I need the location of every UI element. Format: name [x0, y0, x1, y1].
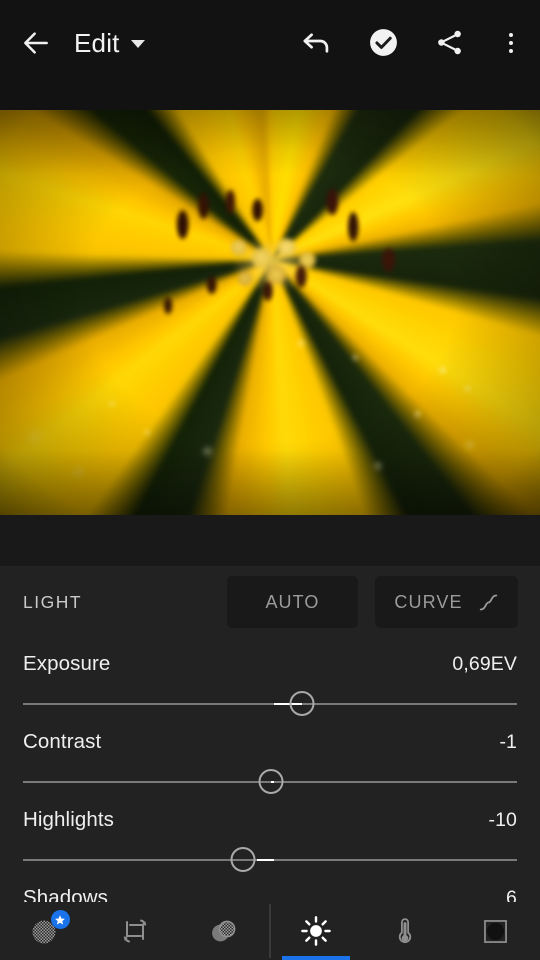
- photo-preview[interactable]: [0, 110, 540, 515]
- back-button[interactable]: [0, 0, 72, 85]
- slider-thumb[interactable]: [289, 691, 315, 716]
- auto-button-label: AUTO: [265, 591, 320, 612]
- confirm-button[interactable]: [350, 0, 416, 85]
- slider-label: Shadows: [23, 886, 109, 902]
- slider-thumb[interactable]: [230, 847, 256, 872]
- slider-row-shadows: Shadows 6: [0, 872, 540, 902]
- effects-tab[interactable]: [450, 902, 540, 960]
- crop-rotate-icon: [117, 913, 153, 949]
- slider-track-contrast[interactable]: [23, 767, 517, 797]
- sun-brightness-icon: [299, 914, 333, 948]
- active-tab-indicator: [281, 956, 350, 960]
- slider-value: 0,69EV: [452, 653, 517, 675]
- selective-tab[interactable]: [180, 902, 270, 960]
- photo-editor-screen: Edit LIGHT AUTO CURVE Exposure 0,69EV Co…: [0, 0, 540, 960]
- overflow-menu-button[interactable]: [482, 0, 540, 85]
- more-vertical-icon: [498, 30, 524, 56]
- star-badge-icon: [50, 910, 70, 929]
- color-tab[interactable]: [361, 902, 451, 960]
- curve-button[interactable]: CURVE: [375, 576, 518, 628]
- panel-gap-band: [0, 515, 540, 566]
- chevron-down-icon: [130, 40, 145, 48]
- slider-labels: Shadows 6: [23, 872, 517, 902]
- light-section-header: LIGHT AUTO CURVE: [0, 566, 540, 638]
- slider-labels: Exposure 0,69EV: [23, 638, 517, 676]
- slider-row-exposure: Exposure 0,69EV: [0, 638, 540, 716]
- slider-label: Highlights: [23, 808, 115, 831]
- section-title: LIGHT: [23, 591, 83, 612]
- curve-button-label: CURVE: [394, 591, 463, 612]
- slider-track-base: [23, 703, 517, 705]
- slider-value: 6: [506, 887, 517, 902]
- slider-labels: Contrast -1: [23, 716, 517, 754]
- overlapping-circles-icon: [206, 913, 242, 949]
- slider-value: -1: [499, 731, 517, 753]
- bottom-tool-tabbar: [0, 902, 540, 960]
- light-tab[interactable]: [271, 902, 361, 960]
- slider-label: Contrast: [23, 730, 102, 753]
- vignette-frame-icon: [479, 915, 512, 948]
- section-header-buttons: AUTO CURVE: [227, 576, 518, 628]
- edit-title-dropdown[interactable]: Edit: [72, 0, 145, 85]
- share-button[interactable]: [416, 0, 482, 85]
- light-adjustment-panel: LIGHT AUTO CURVE Exposure 0,69EV Contras…: [0, 566, 540, 902]
- slider-track-fill: [257, 858, 274, 861]
- top-app-bar: Edit: [0, 0, 540, 110]
- auto-button[interactable]: AUTO: [227, 576, 358, 628]
- bottombar-right-group: [271, 902, 540, 960]
- undo-arrow-icon: [300, 26, 334, 60]
- slider-row-highlights: Highlights -10: [0, 794, 540, 872]
- slider-value: -10: [488, 809, 517, 831]
- thermometer-icon: [388, 914, 422, 948]
- bottombar-left-group: [0, 902, 269, 960]
- slider-track-exposure[interactable]: [23, 689, 517, 719]
- slider-label: Exposure: [23, 652, 111, 675]
- tone-curve-icon: [478, 592, 499, 613]
- presets-tab[interactable]: [0, 902, 90, 960]
- share-icon: [434, 27, 465, 58]
- undo-button[interactable]: [284, 0, 350, 85]
- yellow-flower-macro-photo: [0, 110, 540, 515]
- arrow-left-icon: [20, 27, 52, 59]
- slider-row-contrast: Contrast -1: [0, 716, 540, 794]
- page-title: Edit: [74, 27, 120, 58]
- check-circle-icon: [368, 27, 399, 58]
- slider-track-highlights[interactable]: [23, 845, 517, 875]
- crop-rotate-tab[interactable]: [90, 902, 180, 960]
- slider-labels: Highlights -10: [23, 794, 517, 832]
- slider-thumb[interactable]: [258, 769, 284, 794]
